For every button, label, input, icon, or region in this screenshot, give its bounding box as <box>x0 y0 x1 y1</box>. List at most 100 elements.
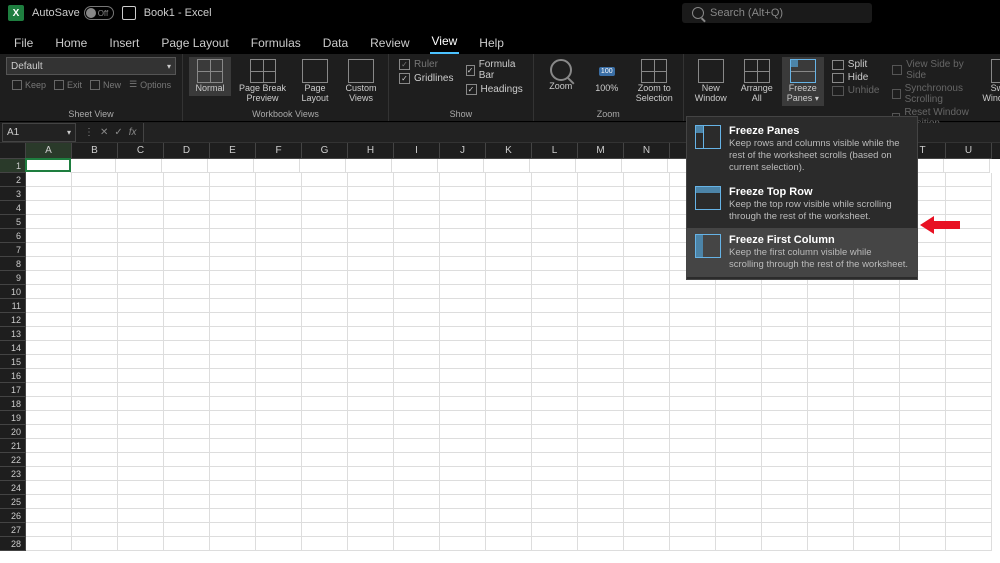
cell[interactable] <box>26 327 72 341</box>
cell[interactable] <box>118 327 164 341</box>
cell[interactable] <box>440 215 486 229</box>
cell[interactable] <box>670 439 716 453</box>
cell[interactable] <box>118 481 164 495</box>
cell[interactable] <box>72 187 118 201</box>
col-header-N[interactable]: N <box>624 143 670 159</box>
cell[interactable] <box>900 425 946 439</box>
cell[interactable] <box>438 159 484 173</box>
cell[interactable] <box>578 187 624 201</box>
cell[interactable] <box>210 313 256 327</box>
cell[interactable] <box>716 481 762 495</box>
fx-icon[interactable]: fx <box>129 127 137 138</box>
cell[interactable] <box>70 159 116 173</box>
cell[interactable] <box>256 383 302 397</box>
row-header-3[interactable]: 3 <box>0 187 26 201</box>
cell[interactable] <box>302 411 348 425</box>
cell[interactable] <box>762 523 808 537</box>
cell[interactable] <box>256 425 302 439</box>
cell[interactable] <box>440 341 486 355</box>
cell[interactable] <box>26 411 72 425</box>
cell[interactable] <box>716 411 762 425</box>
cell[interactable] <box>670 453 716 467</box>
cell[interactable] <box>440 397 486 411</box>
cell[interactable] <box>854 481 900 495</box>
cell[interactable] <box>716 285 762 299</box>
cell[interactable] <box>900 313 946 327</box>
cell[interactable] <box>946 201 992 215</box>
cell[interactable] <box>854 327 900 341</box>
cell[interactable] <box>256 257 302 271</box>
tab-file[interactable]: File <box>12 32 35 54</box>
cell[interactable] <box>72 495 118 509</box>
new-window-button[interactable]: New Window <box>690 57 732 106</box>
cell[interactable] <box>348 509 394 523</box>
cell[interactable] <box>256 397 302 411</box>
cell[interactable] <box>944 159 990 173</box>
cell[interactable] <box>578 397 624 411</box>
cell[interactable] <box>118 439 164 453</box>
cell[interactable] <box>26 397 72 411</box>
options-button[interactable]: ☰Options <box>129 79 171 90</box>
zoom-100-button[interactable]: 100100% <box>586 57 628 96</box>
cell[interactable] <box>716 341 762 355</box>
cell[interactable] <box>164 229 210 243</box>
cell[interactable] <box>486 327 532 341</box>
select-all-corner[interactable] <box>0 143 26 159</box>
cell[interactable] <box>302 537 348 551</box>
cell[interactable] <box>440 383 486 397</box>
cell[interactable] <box>624 537 670 551</box>
row-header-8[interactable]: 8 <box>0 257 26 271</box>
cell[interactable] <box>900 523 946 537</box>
row-header-6[interactable]: 6 <box>0 229 26 243</box>
cell[interactable] <box>854 523 900 537</box>
cell[interactable] <box>164 397 210 411</box>
cell[interactable] <box>118 229 164 243</box>
cell[interactable] <box>118 201 164 215</box>
cell[interactable] <box>210 481 256 495</box>
cell[interactable] <box>394 523 440 537</box>
tab-formulas[interactable]: Formulas <box>249 32 303 54</box>
cell[interactable] <box>26 299 72 313</box>
cell[interactable] <box>302 187 348 201</box>
tab-page-layout[interactable]: Page Layout <box>159 32 230 54</box>
cell[interactable] <box>576 159 622 173</box>
cell[interactable] <box>118 509 164 523</box>
cell[interactable] <box>670 299 716 313</box>
cell[interactable] <box>348 411 394 425</box>
cell[interactable] <box>532 523 578 537</box>
cell[interactable] <box>624 369 670 383</box>
cell[interactable] <box>900 439 946 453</box>
cell[interactable] <box>164 523 210 537</box>
col-header-I[interactable]: I <box>394 143 440 159</box>
cell[interactable] <box>440 495 486 509</box>
cell[interactable] <box>854 467 900 481</box>
cell[interactable] <box>624 397 670 411</box>
cell[interactable] <box>532 201 578 215</box>
cell[interactable] <box>164 369 210 383</box>
cell[interactable] <box>210 355 256 369</box>
formula-bar-checkbox[interactable]: Formula Bar <box>466 59 523 81</box>
cell[interactable] <box>854 453 900 467</box>
cell[interactable] <box>26 313 72 327</box>
cell[interactable] <box>900 481 946 495</box>
cell[interactable] <box>348 215 394 229</box>
cell[interactable] <box>440 173 486 187</box>
zoom-button[interactable]: Zoom <box>540 57 582 94</box>
cell[interactable] <box>900 411 946 425</box>
cell[interactable] <box>900 341 946 355</box>
cell[interactable] <box>624 299 670 313</box>
cell[interactable] <box>946 257 992 271</box>
row-header-20[interactable]: 20 <box>0 425 26 439</box>
cell[interactable] <box>210 187 256 201</box>
cell[interactable] <box>164 453 210 467</box>
cell[interactable] <box>164 187 210 201</box>
cell[interactable] <box>486 285 532 299</box>
cell[interactable] <box>486 355 532 369</box>
cell[interactable] <box>118 453 164 467</box>
row-header-5[interactable]: 5 <box>0 215 26 229</box>
cell[interactable] <box>486 411 532 425</box>
cell[interactable] <box>578 327 624 341</box>
cell[interactable] <box>808 537 854 551</box>
cell[interactable] <box>256 369 302 383</box>
cell[interactable] <box>532 383 578 397</box>
